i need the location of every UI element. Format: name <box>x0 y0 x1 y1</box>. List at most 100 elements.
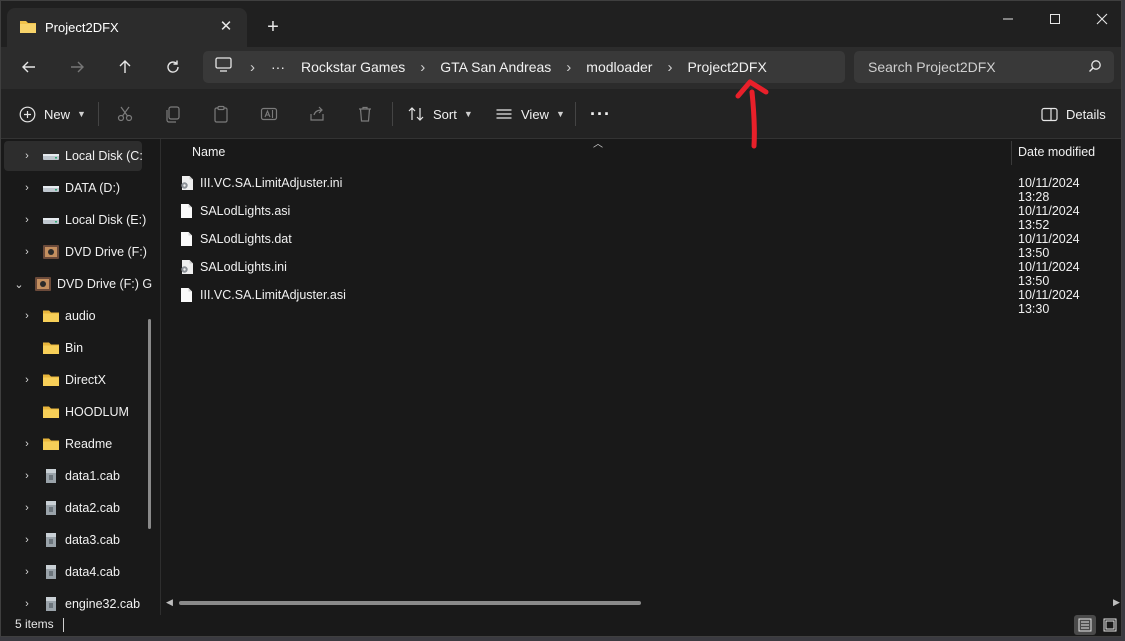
nav-item-readme[interactable]: › Readme <box>1 429 157 459</box>
new-tab-button[interactable]: + <box>261 15 285 39</box>
copy-button[interactable] <box>164 98 182 130</box>
nav-item-hoodlum[interactable]: HOODLUM <box>1 397 157 427</box>
clipboard-icon <box>214 105 228 123</box>
close-window-button[interactable] <box>1079 5 1121 33</box>
paste-button[interactable] <box>212 98 230 130</box>
breadcrumb-project2dfx[interactable]: Project2DFX <box>687 59 766 75</box>
dvd-icon <box>34 276 52 292</box>
status-divider <box>63 618 64 632</box>
share-icon <box>310 106 324 121</box>
file-name: SALodLights.ini <box>200 260 287 274</box>
chevron-down-icon[interactable]: ⌄ <box>13 278 25 291</box>
chevron-right-icon[interactable]: › <box>21 470 33 482</box>
breadcrumb-gta-san-andreas[interactable]: GTA San Andreas <box>440 59 551 75</box>
cab-icon <box>42 532 60 548</box>
file-row[interactable]: SALodLights.dat 10/11/2024 13:50 <box>175 225 1110 260</box>
nav-item-data3-cab[interactable]: › data3.cab <box>1 525 157 555</box>
share-button[interactable] <box>308 98 326 130</box>
chevron-right-icon[interactable]: › <box>21 246 33 258</box>
arrow-left-icon <box>22 61 35 73</box>
drive-icon <box>42 212 60 228</box>
file-row[interactable]: III.VC.SA.LimitAdjuster.asi 10/11/2024 13… <box>175 281 1110 316</box>
rename-button[interactable] <box>260 98 278 130</box>
nav-item-data4-cab[interactable]: › data4.cab <box>1 557 157 587</box>
chevron-right-icon[interactable]: › <box>21 310 33 322</box>
plus-circle-icon <box>19 106 36 122</box>
maximize-button[interactable] <box>1032 5 1078 33</box>
maximize-icon <box>1050 14 1060 24</box>
new-button[interactable]: New ▼ <box>19 98 86 130</box>
up-button[interactable] <box>109 53 141 81</box>
details-pane-button[interactable]: Details <box>1041 98 1106 130</box>
details-view-button[interactable] <box>1074 615 1096 635</box>
tab-close-button[interactable]: ✕ <box>215 16 237 38</box>
breadcrumb-separator[interactable]: › <box>420 59 425 76</box>
scroll-left-icon[interactable]: ◀ <box>166 597 173 608</box>
nav-item-audio[interactable]: › audio <box>1 301 157 331</box>
nav-item-directx[interactable]: › DirectX <box>1 365 157 395</box>
cut-button[interactable] <box>116 98 134 130</box>
cab-icon <box>42 564 60 580</box>
delete-button[interactable] <box>356 98 374 130</box>
tab-project2dfx[interactable]: Project2DFX ✕ <box>7 8 247 47</box>
file-row[interactable]: SALodLights.ini 10/11/2024 13:50 <box>175 253 1110 288</box>
chevron-right-icon[interactable]: › <box>21 374 33 386</box>
nav-scrollbar[interactable] <box>148 319 151 529</box>
nav-item-label: Local Disk (C:) <box>65 149 142 163</box>
annotation-arrow-icon <box>735 79 769 149</box>
search-input[interactable]: Search Project2DFX <box>854 51 1114 83</box>
nav-item-data2-cab[interactable]: › data2.cab <box>1 493 157 523</box>
chevron-right-icon[interactable]: › <box>21 182 33 194</box>
nav-item-engine32-cab[interactable]: › engine32.cab <box>1 589 157 615</box>
file-row[interactable]: SALodLights.asi 10/11/2024 13:52 <box>175 197 1110 232</box>
search-placeholder: Search Project2DFX <box>868 59 996 75</box>
minimize-button[interactable] <box>985 5 1031 33</box>
horizontal-scrollbar[interactable] <box>179 601 641 605</box>
back-button[interactable] <box>13 53 45 81</box>
search-icon <box>1088 59 1102 78</box>
arrow-up-icon <box>119 60 131 73</box>
chevron-right-icon[interactable]: › <box>21 566 33 578</box>
scroll-right-icon[interactable]: ▶ <box>1113 597 1120 608</box>
breadcrumb-rockstar-games[interactable]: Rockstar Games <box>301 59 405 75</box>
view-button[interactable]: View ▼ <box>495 98 565 130</box>
nav-item-dvd-drive-f-g[interactable]: ⌄ DVD Drive (F:) G <box>1 269 157 299</box>
folder-icon <box>42 340 60 356</box>
file-row[interactable]: III.VC.SA.LimitAdjuster.ini 10/11/2024 13… <box>175 169 1110 204</box>
chevron-right-icon[interactable]: › <box>21 214 33 226</box>
refresh-button[interactable] <box>157 53 189 81</box>
nav-item-data1-cab[interactable]: › data1.cab <box>1 461 157 491</box>
tiles-view-icon <box>1103 618 1117 632</box>
sort-button[interactable]: Sort ▼ <box>407 98 473 130</box>
file-list: ︿ Name Date modified III.VC.SA.LimitAdju… <box>161 139 1121 615</box>
breadcrumb-separator[interactable]: › <box>566 59 571 76</box>
nav-item-bin[interactable]: Bin <box>1 333 157 363</box>
chevron-right-icon[interactable]: › <box>21 534 33 546</box>
view-label: View <box>521 106 549 122</box>
nav-item-dvd-drive-f[interactable]: › DVD Drive (F:) <box>1 237 157 267</box>
nav-item-data-d[interactable]: › DATA (D:) <box>1 173 157 203</box>
rename-icon <box>260 107 278 121</box>
chevron-right-icon[interactable]: › <box>21 502 33 514</box>
nav-item-local-disk-c[interactable]: › Local Disk (C:) <box>4 141 142 171</box>
this-pc-icon <box>215 57 232 77</box>
chevron-right-icon[interactable]: › <box>21 150 33 162</box>
column-header-name[interactable]: Name <box>192 145 225 159</box>
details-label: Details <box>1066 106 1106 122</box>
breadcrumb-modloader[interactable]: modloader <box>586 59 652 75</box>
nav-item-label: data1.cab <box>65 469 120 483</box>
chevron-right-icon[interactable]: › <box>21 438 33 450</box>
folder-icon <box>19 19 37 39</box>
nav-item-label: engine32.cab <box>65 597 141 611</box>
forward-button[interactable] <box>61 53 93 81</box>
nav-item-local-disk-e[interactable]: › Local Disk (E:) <box>1 205 157 235</box>
breadcrumb-separator[interactable]: › <box>667 59 672 76</box>
chevron-right-icon[interactable]: › <box>21 598 33 610</box>
more-options-button[interactable]: ··· <box>590 98 611 130</box>
nav-item-label: DATA (D:) <box>65 181 121 195</box>
breadcrumb-overflow[interactable]: ··· <box>271 59 285 75</box>
column-divider[interactable] <box>1011 141 1012 165</box>
column-header-date-modified[interactable]: Date modified <box>1018 145 1095 159</box>
tiles-view-button[interactable] <box>1099 615 1121 635</box>
tab-title: Project2DFX <box>45 20 119 35</box>
